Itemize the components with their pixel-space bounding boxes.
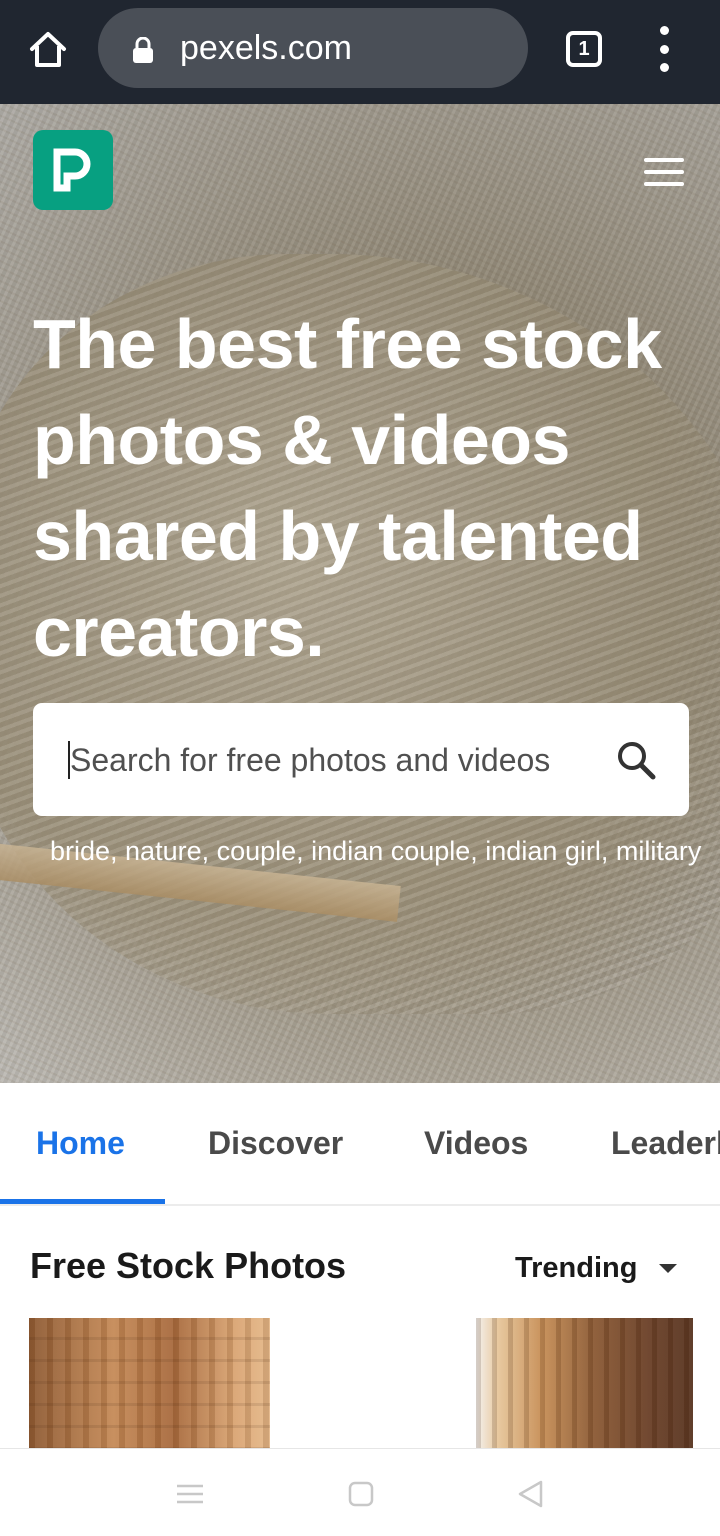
search-bar[interactable] bbox=[33, 703, 689, 816]
tab-home[interactable]: Home bbox=[36, 1083, 125, 1204]
pexels-logo[interactable] bbox=[33, 130, 113, 210]
main-nav-tabs: Home Discover Videos Leaderboard bbox=[0, 1083, 720, 1206]
browser-toolbar: pexels.com 1 bbox=[0, 0, 720, 104]
home-square-icon[interactable] bbox=[346, 1479, 376, 1509]
photo-thumbnail[interactable] bbox=[476, 1318, 693, 1450]
lock-icon bbox=[133, 37, 153, 63]
system-navigation-bar bbox=[0, 1448, 720, 1536]
pexels-logo-icon bbox=[53, 148, 91, 192]
home-icon[interactable] bbox=[22, 24, 74, 76]
hero-section: The best free stock photos & videos shar… bbox=[0, 104, 720, 1083]
photo-thumbnail[interactable] bbox=[29, 1318, 270, 1450]
search-icon[interactable] bbox=[615, 739, 657, 781]
active-tab-indicator bbox=[0, 1199, 165, 1204]
chevron-down-icon bbox=[659, 1263, 678, 1273]
tab-switcher-icon[interactable]: 1 bbox=[566, 31, 602, 67]
tab-count: 1 bbox=[578, 37, 590, 60]
section-title: Free Stock Photos bbox=[30, 1245, 347, 1286]
hero-headline: The best free stock photos & videos shar… bbox=[33, 305, 662, 671]
sort-dropdown[interactable]: Trending bbox=[515, 1248, 678, 1288]
search-input[interactable] bbox=[70, 733, 550, 787]
url-text: pexels.com bbox=[180, 29, 352, 67]
tab-videos[interactable]: Videos bbox=[424, 1083, 528, 1204]
back-triangle-icon[interactable] bbox=[516, 1479, 546, 1509]
tab-leaderboard[interactable]: Leaderboard bbox=[611, 1083, 720, 1204]
hamburger-icon[interactable] bbox=[644, 158, 684, 186]
address-bar[interactable]: pexels.com bbox=[98, 8, 528, 88]
search-suggestions[interactable]: bride, nature, couple, indian couple, in… bbox=[50, 836, 720, 867]
tab-discover[interactable]: Discover bbox=[208, 1083, 343, 1204]
sort-selected-label: Trending bbox=[515, 1251, 638, 1284]
more-vert-icon[interactable] bbox=[650, 26, 678, 72]
recent-apps-icon[interactable] bbox=[175, 1479, 205, 1509]
